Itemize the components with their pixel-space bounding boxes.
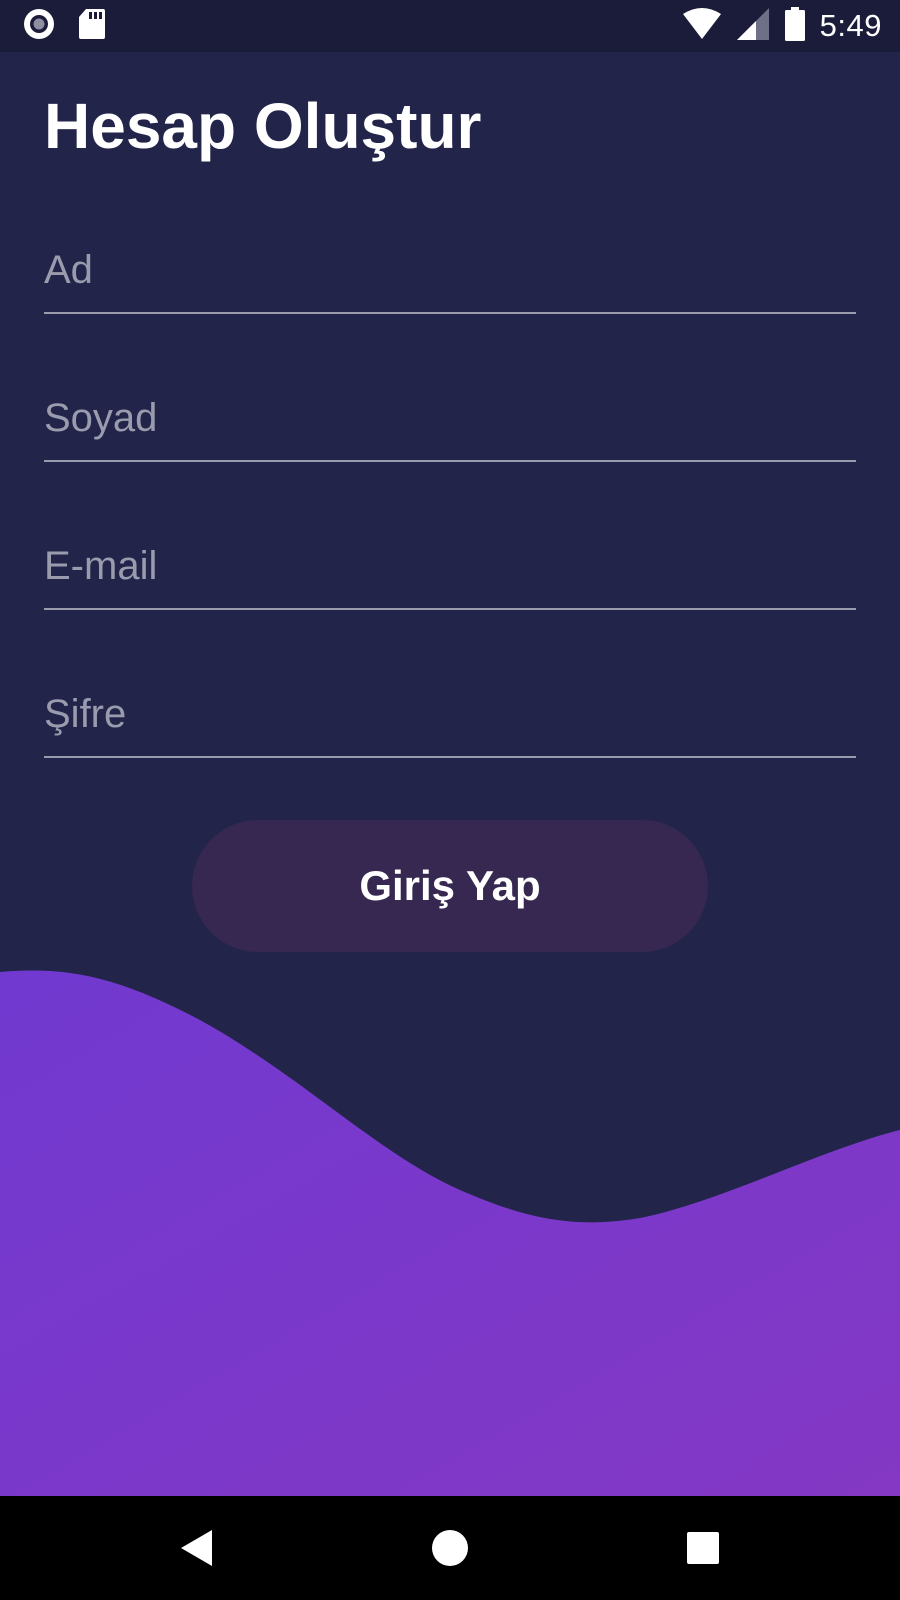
recents-button[interactable] (673, 1518, 733, 1578)
last-name-field-container (44, 376, 856, 462)
home-button[interactable] (420, 1518, 480, 1578)
login-button[interactable]: Giriş Yap (192, 820, 708, 952)
navigation-bar (0, 1496, 900, 1600)
password-field-container (44, 672, 856, 758)
battery-icon (784, 6, 806, 46)
last-name-field[interactable] (44, 376, 856, 460)
record-icon (22, 7, 56, 46)
status-right-icons: 5:49 (682, 6, 882, 46)
create-account-screen: 5:49 Hesap Oluştur Giriş Yap (0, 0, 900, 1600)
back-button[interactable] (166, 1518, 226, 1578)
password-field[interactable] (44, 672, 856, 756)
status-bar: 5:49 (0, 0, 900, 52)
wave-decoration (0, 970, 900, 1496)
email-field[interactable] (44, 524, 856, 608)
wifi-icon (682, 7, 722, 45)
page-title: Hesap Oluştur (44, 90, 482, 162)
status-left-icons (22, 8, 106, 45)
home-icon (432, 1530, 468, 1566)
back-icon (181, 1530, 212, 1566)
first-name-field-container (44, 228, 856, 314)
sd-card-icon (78, 8, 106, 45)
recents-icon (687, 1532, 719, 1564)
cell-signal-icon (736, 7, 770, 46)
email-field-container (44, 524, 856, 610)
status-time: 5:49 (819, 8, 882, 43)
first-name-field[interactable] (44, 228, 856, 312)
